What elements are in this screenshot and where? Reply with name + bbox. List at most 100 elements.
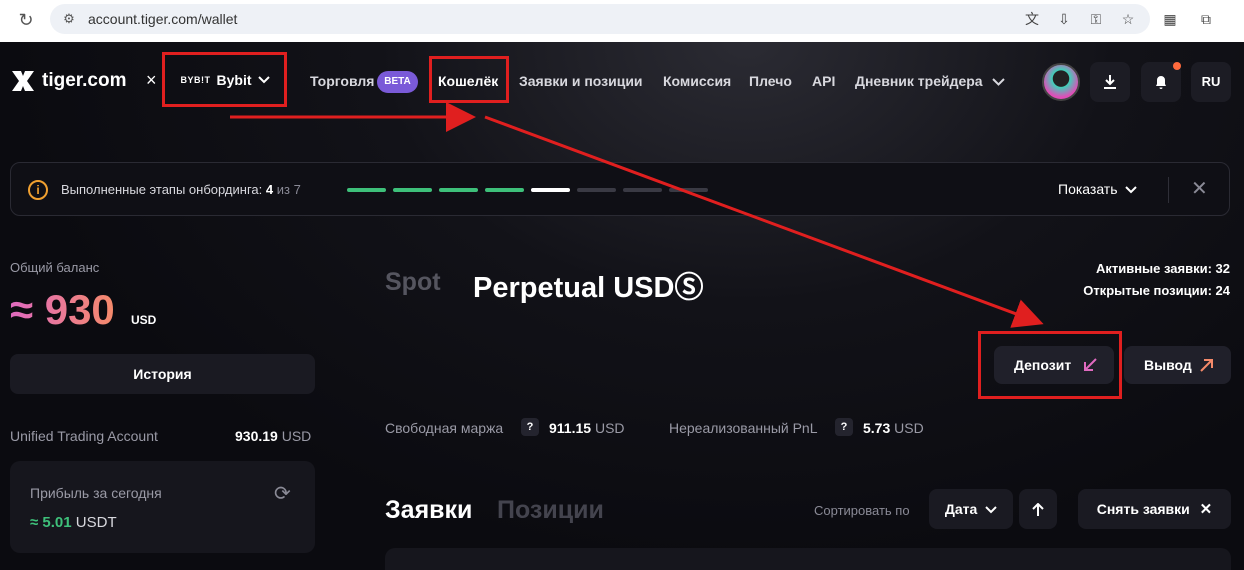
sort-select[interactable]: Дата: [929, 489, 1013, 529]
close-icon: ✕: [1199, 501, 1213, 518]
onboarding-step: [485, 188, 524, 192]
download-icon: [1104, 74, 1116, 89]
nav-trading[interactable]: Торговля: [310, 73, 374, 89]
profit-value: ≈ 5.01 USDT: [30, 514, 117, 531]
active-orders-count: Активные заявки: 32: [1095, 261, 1230, 276]
onboarding-step: [439, 188, 478, 192]
onboarding-step: [623, 188, 662, 192]
user-avatar[interactable]: [1042, 63, 1080, 101]
exchange-selector[interactable]: BYB!T Bybit: [164, 54, 286, 106]
onboarding-step: [347, 188, 386, 192]
onboarding-progress: [347, 188, 708, 192]
tab-perpetual[interactable]: Perpetual USDⓈ: [473, 264, 703, 306]
refresh-icon[interactable]: ⟳: [274, 481, 291, 506]
exchange-name: Bybit: [216, 72, 252, 88]
site-settings-icon[interactable]: ⚙: [60, 10, 78, 28]
unrealized-pnl-label: Нереализованный PnL: [669, 420, 818, 436]
cancel-orders-label: Снять заявки: [1096, 501, 1190, 517]
reload-icon[interactable]: ↻: [14, 8, 38, 32]
open-positions-count: Открытые позиции: 24: [1083, 283, 1230, 298]
history-button[interactable]: История: [10, 354, 315, 394]
password-key-icon[interactable]: ⚿: [1086, 9, 1106, 29]
profit-amount: ≈ 5.01: [30, 514, 72, 531]
onboarding-of: из: [276, 182, 290, 197]
onboarding-label: Выполненные этапы онбординга:: [61, 182, 263, 197]
sort-value: Дата: [944, 501, 978, 517]
profit-label: Прибыль за сегодня: [30, 485, 162, 501]
install-icon[interactable]: ⇩: [1054, 9, 1074, 29]
total-balance-unit: USD: [131, 313, 157, 327]
tiger-logo[interactable]: tiger.com: [10, 68, 126, 94]
account-value: 930.19 USD: [235, 428, 311, 444]
cancel-orders-button[interactable]: Снять заявки ✕: [1078, 489, 1231, 529]
profit-unit: USDT: [75, 514, 117, 531]
address-bar[interactable]: ⚙ account.tiger.com/wallet 文 ⇩ ⚿ ☆: [50, 4, 1150, 34]
unrealized-pnl-unit: USD: [894, 420, 924, 436]
help-icon[interactable]: ?: [835, 418, 853, 436]
nav-leverage[interactable]: Плечо: [749, 73, 792, 89]
info-icon: i: [28, 180, 48, 200]
free-margin-amount: 911.15: [549, 420, 592, 436]
bybit-brand-icon: BYB!T: [180, 75, 211, 85]
deposit-label: Депозит: [1014, 357, 1072, 373]
sort-label: Сортировать по: [814, 503, 910, 518]
onboarding-show-button[interactable]: Показать: [1058, 181, 1138, 197]
nav-commission[interactable]: Комиссия: [663, 73, 731, 89]
onboarding-done: 4: [265, 182, 274, 197]
free-margin-label: Свободная маржа: [385, 420, 504, 436]
bookmark-star-icon[interactable]: ☆: [1118, 9, 1138, 29]
onboarding-text: Выполненные этапы онбординга: 4 из 7: [61, 182, 301, 197]
nav-journal[interactable]: Дневник трейдера: [855, 73, 983, 89]
deposit-button[interactable]: Депозит: [994, 346, 1114, 384]
total-balance-amount: ≈ 930: [10, 286, 115, 333]
nav-wallet[interactable]: Кошелёк: [438, 73, 498, 89]
chevron-down-icon[interactable]: [992, 78, 1005, 86]
unrealized-pnl-value: 5.73 USD: [863, 420, 924, 436]
partner-separator: ×: [146, 70, 157, 90]
account-label: Unified Trading Account: [10, 428, 158, 444]
notification-dot: [1173, 62, 1181, 70]
sort-direction-button[interactable]: [1019, 489, 1057, 529]
account-amount: 930.19: [235, 428, 278, 444]
chevron-down-icon: [1125, 186, 1138, 194]
tab-positions[interactable]: Позиции: [497, 496, 604, 525]
download-button[interactable]: [1090, 62, 1130, 102]
help-icon[interactable]: ?: [521, 418, 539, 436]
profit-card: Прибыль за сегодня ≈ 5.01 USDT ⟳: [10, 461, 315, 553]
free-margin-unit: USD: [594, 420, 625, 436]
orders-table: [385, 548, 1231, 570]
free-margin-value: 911.15 USD: [549, 420, 625, 436]
nav-orders-positions[interactable]: Заявки и позиции: [519, 73, 643, 89]
translate-icon[interactable]: 文: [1022, 9, 1042, 29]
arrow-down-left-icon: [1084, 358, 1097, 371]
beta-badge: BETA: [377, 71, 418, 93]
tiger-logo-icon: [12, 71, 34, 91]
onboarding-step: [393, 188, 432, 192]
withdraw-button[interactable]: Вывод: [1124, 346, 1231, 384]
tab-spot[interactable]: Spot: [385, 268, 441, 297]
qr-extension-icon[interactable]: ▦: [1160, 9, 1180, 29]
arrow-up-icon: [1032, 502, 1044, 517]
browser-toolbar: ↻ ⚙ account.tiger.com/wallet 文 ⇩ ⚿ ☆ ▦ ⧉: [0, 0, 1244, 42]
language-button[interactable]: RU: [1191, 62, 1231, 102]
divider: [1168, 177, 1169, 203]
bell-icon: [1156, 75, 1166, 89]
close-icon[interactable]: ✕: [1191, 176, 1208, 201]
onboarding-step: [531, 188, 570, 192]
unrealized-pnl-amount: 5.73: [863, 420, 891, 436]
wallet-page: tiger.com × BYB!T Bybit Торговля BETA Ко…: [0, 42, 1244, 570]
total-balance-label: Общий баланс: [10, 260, 100, 275]
onboarding-total: 7: [293, 182, 301, 197]
url-text[interactable]: account.tiger.com/wallet: [88, 4, 237, 34]
tab-orders[interactable]: Заявки: [385, 496, 472, 525]
onboarding-step: [577, 188, 616, 192]
account-unit: USD: [281, 428, 312, 444]
extensions-puzzle-icon[interactable]: ⧉: [1196, 9, 1216, 29]
nav-api[interactable]: API: [812, 73, 835, 89]
logo-text: tiger.com: [42, 70, 127, 91]
withdraw-label: Вывод: [1144, 357, 1192, 373]
arrow-up-right-icon: [1200, 359, 1213, 372]
onboarding-show-label: Показать: [1058, 181, 1118, 197]
chevron-down-icon: [257, 76, 270, 84]
onboarding-banner: i Выполненные этапы онбординга: 4 из 7 П…: [10, 162, 1230, 216]
